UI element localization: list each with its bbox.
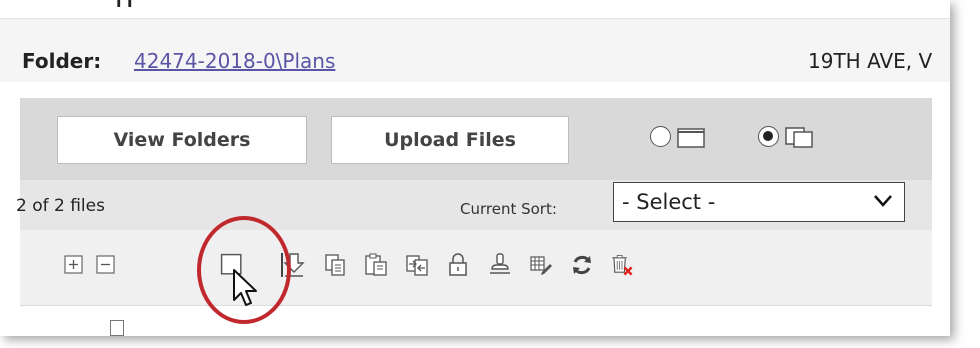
folder-header: Folder: 42474-2018-0\Plans 19TH AVE, V [0,18,950,83]
lock-icon[interactable] [446,252,470,278]
file-toolbar [20,230,932,305]
sort-select[interactable]: - Select - [613,182,905,222]
collapse-icon[interactable] [94,252,118,278]
row-checkbox[interactable] [110,320,124,336]
cropped-text-fragment: ı ı [116,0,133,11]
top-strip: ı ı [0,0,950,18]
sort-select-value: - Select - [622,190,716,214]
folder-path-link[interactable]: 42474-2018-0\Plans [134,49,335,73]
chevron-down-icon [874,195,892,207]
refresh-icon[interactable] [570,252,594,278]
upload-files-button[interactable]: Upload Files [331,116,569,164]
delete-icon[interactable] [610,252,640,278]
screenshot: ı ı Folder: 42474-2018-0\Plans 19TH AVE,… [0,0,950,336]
paste-icon[interactable] [364,252,388,278]
mouse-pointer-icon [233,269,257,306]
stamp-icon[interactable] [488,252,512,278]
move-icon[interactable] [405,252,429,278]
edit-properties-icon[interactable] [529,252,553,278]
file-count: 2 of 2 files [16,196,105,216]
split-pane-layout-icon [785,127,813,148]
address-text: 19TH AVE, V [808,49,933,73]
expand-icon[interactable] [62,252,86,278]
spacer [0,82,950,98]
single-pane-layout-icon [677,128,705,148]
list-info-bar: 2 of 2 files Current Sort: - Select - [16,180,932,230]
view-folders-button[interactable]: View Folders [57,116,307,164]
folder-label: Folder: [22,49,102,73]
copy-icon[interactable] [323,252,347,278]
file-list-header [20,305,932,336]
sort-label: Current Sort: [460,200,557,218]
split-pane-radio[interactable] [758,126,779,147]
view-toolbar: View Folders Upload Files [20,98,932,180]
single-pane-radio[interactable] [650,126,671,147]
